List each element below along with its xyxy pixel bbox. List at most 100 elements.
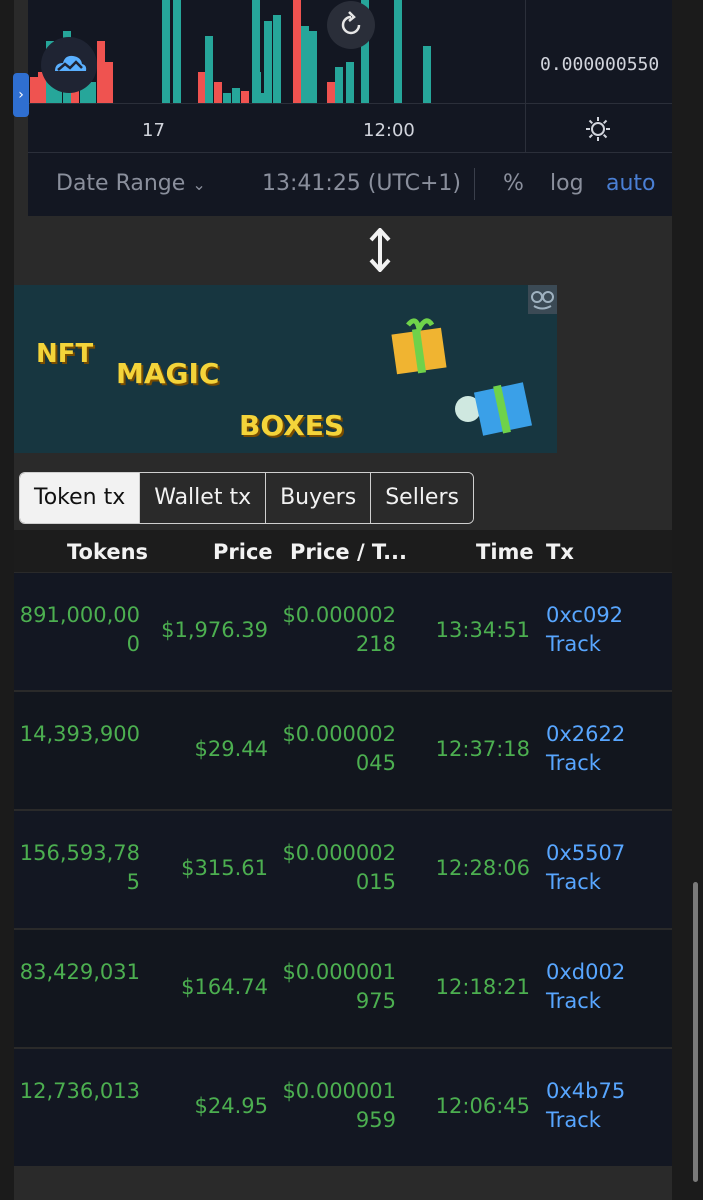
token-amount: 14,393,900 (19, 722, 140, 746)
time-axis[interactable]: 17 12:00 (28, 103, 672, 153)
tx-cell: 0x2622 Track (546, 720, 666, 778)
table-row[interactable]: 12,736,013 $24.95 $0.000001959 12:06:45 0x4b… (14, 1049, 672, 1168)
gift-box-icon (450, 365, 536, 445)
ad-text-boxes: BOXES (239, 409, 345, 442)
price-scale[interactable]: 0.000000550 (525, 0, 673, 103)
table-row[interactable]: 83,429,031 $164.74 $0.000001975 12:18:21 0xd… (14, 930, 672, 1049)
table-row[interactable]: 14,393,900 $29.44 $0.000002045 12:37:18 0x26… (14, 692, 672, 811)
volume-bar (97, 41, 105, 103)
volume-bar (394, 0, 402, 103)
toolbar-divider (474, 168, 475, 200)
axis-divider (525, 104, 526, 152)
track-link[interactable]: Track (546, 630, 666, 659)
ad-text-magic: MAGIC (116, 357, 220, 390)
tx-hash-link[interactable]: 0xd002 (546, 958, 666, 987)
price-per-token: $0.000001959 (282, 1079, 396, 1132)
price-scale-label: 0.000000550 (540, 54, 660, 75)
volume-bar (205, 36, 213, 103)
tx-hash-link[interactable]: 0x4b75 (546, 1077, 666, 1106)
percent-toggle[interactable]: % (503, 171, 524, 196)
tx-cell: 0x4b75 Track (546, 1077, 666, 1135)
ad-banner[interactable]: NFT MAGIC BOXES (14, 285, 557, 453)
volume-bar (293, 0, 301, 103)
volume-bar (223, 93, 231, 103)
ad-choices-icon[interactable] (528, 285, 557, 314)
column-header-price[interactable]: Price (213, 540, 273, 564)
log-toggle[interactable]: log (550, 171, 584, 196)
auto-toggle[interactable]: auto (606, 171, 656, 196)
volume-bar (232, 88, 240, 103)
tx-hash-link[interactable]: 0xc092 (546, 601, 666, 630)
tx-time: 12:18:21 (435, 975, 530, 999)
tx-time: 12:28:06 (435, 856, 530, 880)
tab-wallet-tx[interactable]: Wallet tx (139, 473, 266, 523)
token-amount: 156,593,785 (19, 841, 140, 894)
token-amount: 891,000,000 (19, 603, 140, 656)
cloud-logo-icon[interactable] (41, 37, 97, 93)
tx-hash-link[interactable]: 0x2622 (546, 720, 666, 749)
volume-bar (173, 0, 181, 103)
tx-time: 12:37:18 (435, 737, 530, 761)
date-range-label: Date Range (56, 171, 186, 196)
tab-token-tx[interactable]: Token tx (20, 473, 140, 523)
tx-time: 13:34:51 (435, 618, 530, 642)
track-link[interactable]: Track (546, 987, 666, 1016)
volume-bar (346, 62, 354, 103)
column-header-tokens[interactable]: Tokens (67, 540, 148, 564)
tx-time: 12:06:45 (435, 1094, 530, 1118)
date-range-dropdown[interactable]: Date Range ⌄ (56, 171, 206, 196)
table-row[interactable]: 156,593,785 $315.61 $0.000002015 12:28:06 0x… (14, 811, 672, 930)
table-row[interactable]: 891,000,000 $1,976.39 $0.000002218 13:34:51… (14, 573, 672, 692)
page-scrollbar[interactable] (693, 882, 698, 1182)
tab-sellers[interactable]: Sellers (370, 473, 473, 523)
volume-bar (423, 46, 431, 103)
volume-bar (273, 15, 281, 103)
price-per-token: $0.000002218 (282, 603, 396, 656)
column-header-price-per-token[interactable]: Price / T... (290, 540, 407, 564)
volume-bar (309, 31, 317, 103)
tx-cell: 0xc092 Track (546, 601, 666, 659)
volume-bar (214, 82, 222, 103)
time-tick-17: 17 (142, 120, 165, 141)
usd-price: $29.44 (194, 737, 268, 761)
token-amount: 83,429,031 (19, 960, 140, 984)
volume-bar (241, 91, 249, 103)
price-per-token: $0.000001975 (282, 960, 396, 1013)
usd-price: $315.61 (181, 856, 268, 880)
chevron-right-icon: › (18, 87, 24, 103)
usd-price: $24.95 (194, 1094, 268, 1118)
price-per-token: $0.000002045 (282, 722, 396, 775)
chevron-down-icon: ⌄ (192, 175, 206, 194)
table-header: Tokens Price Price / T... Time Tx (14, 530, 672, 572)
chart-settings-icon[interactable] (585, 116, 611, 146)
usd-price: $164.74 (181, 975, 268, 999)
track-link[interactable]: Track (546, 749, 666, 778)
volume-bar (252, 0, 260, 103)
track-link[interactable]: Track (546, 868, 666, 897)
token-amount: 12,736,013 (19, 1079, 140, 1103)
tx-hash-link[interactable]: 0x5507 (546, 839, 666, 868)
volume-bar (105, 62, 113, 103)
track-link[interactable]: Track (546, 1106, 666, 1135)
sidebar-expand-handle[interactable]: › (13, 73, 29, 117)
tx-cell: 0xd002 Track (546, 958, 666, 1016)
column-header-tx[interactable]: Tx (546, 540, 574, 564)
ad-text-nft: NFT (36, 339, 94, 369)
column-header-time[interactable]: Time (476, 540, 534, 564)
volume-bar (162, 0, 170, 103)
reset-chart-icon[interactable] (327, 1, 375, 49)
tab-buyers[interactable]: Buyers (265, 473, 371, 523)
resize-vertical-icon[interactable] (369, 227, 391, 276)
tx-tabs: Token tx Wallet tx Buyers Sellers (19, 472, 474, 524)
price-per-token: $0.000002015 (282, 841, 396, 894)
tx-cell: 0x5507 Track (546, 839, 666, 897)
volume-plot[interactable] (28, 0, 525, 103)
time-tick-1200: 12:00 (363, 120, 415, 141)
usd-price: $1,976.39 (161, 618, 268, 642)
volume-bar (30, 77, 38, 103)
gift-box-icon (386, 309, 452, 379)
volume-bar (335, 67, 343, 103)
clock-display[interactable]: 13:41:25 (UTC+1) (262, 171, 461, 196)
volume-bar (301, 26, 309, 103)
volume-bar (327, 82, 335, 103)
